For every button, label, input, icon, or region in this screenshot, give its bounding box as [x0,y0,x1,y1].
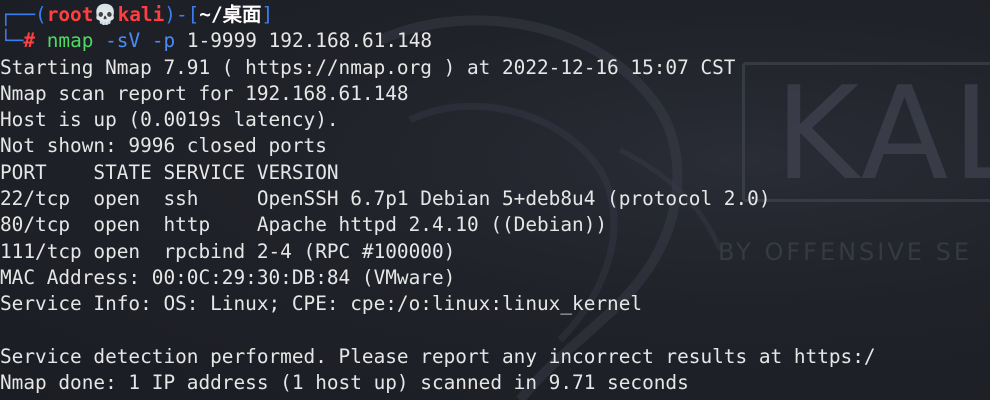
output-line: Nmap scan report for 192.168.61.148 [0,81,409,105]
output-line: Nmap done: 1 IP address (1 host up) scan… [0,371,689,395]
terminal-window[interactable]: KAL BY OFFENSIVE SE ┌──(root💀kali)-[~/桌面… [0,0,990,400]
command-flag-p: -p [151,29,176,53]
output-line: PORT STATE SERVICE VERSION [0,160,339,184]
prompt-host: kali [117,3,165,26]
output-line: Not shown: 9996 closed ports [0,134,327,158]
prompt-line-top: ┌──(root💀kali)-[~/桌面] [0,2,990,28]
prompt-close-bracket: ] [261,3,274,26]
terminal-output: ┌──(root💀kali)-[~/桌面] └─# nmap -sV -p 1-… [0,2,990,396]
command-flag-sv: -sV [105,29,141,53]
output-line: Starting Nmap 7.91 ( https://nmap.org ) … [0,55,736,79]
output-line: 80/tcp open http Apache httpd 2.4.10 ((D… [0,213,608,237]
output-line: 111/tcp open rpcbind 2-4 (RPC #100000) [0,239,456,263]
prompt-user: root [46,3,94,26]
output-line: Service Info: OS: Linux; CPE: cpe:/o:lin… [0,292,643,316]
command-args: 1-9999 192.168.61.148 [186,29,433,53]
output-line: MAC Address: 00:0C:29:30:DB:84 (VMware) [0,265,456,289]
prompt-corner-top: ┌──( [0,3,47,26]
prompt-separator: )-[ [164,3,200,26]
output-line: Host is up (0.0019s latency). [0,108,339,132]
prompt-corner-bottom: └─ [0,29,24,53]
skull-icon: 💀 [93,3,118,26]
command-name: nmap [46,29,94,53]
prompt-hash: # [23,29,36,53]
output-line: Service detection performed. Please repo… [0,344,876,368]
prompt-path: ~/桌面 [199,3,262,26]
output-line: 22/tcp open ssh OpenSSH 6.7p1 Debian 5+d… [0,187,771,211]
prompt-line-command: └─# nmap -sV -p 1-9999 192.168.61.148 [0,28,990,54]
